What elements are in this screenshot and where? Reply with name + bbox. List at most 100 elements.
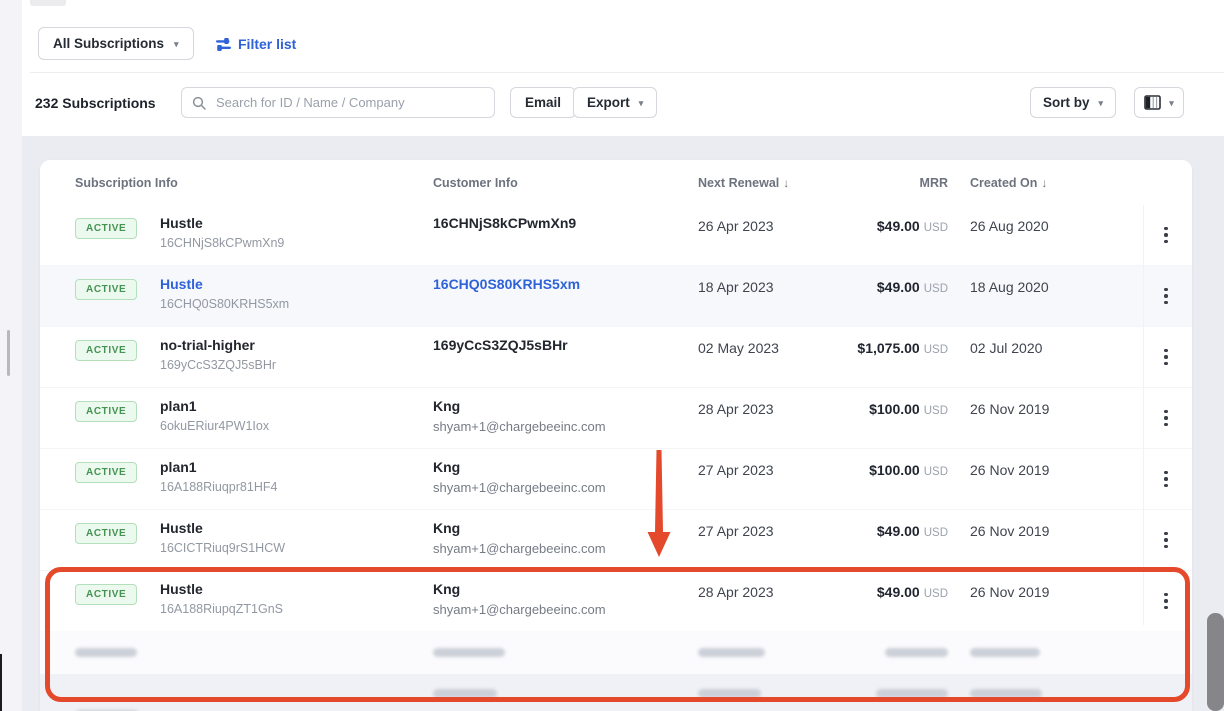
plan-name[interactable]: Hustle <box>160 520 285 536</box>
customer-cell: Kngshyam+1@chargebeeinc.com <box>433 520 606 556</box>
subscription-row[interactable]: ACTIVE Hustle 16A188RiupqZT1GnS Kng shyam+1@… <box>40 570 1192 631</box>
mrr-amount: $1,075.00 <box>857 340 919 356</box>
customer-name[interactable]: Kng <box>433 398 606 414</box>
mrr-amount: $49.00 <box>877 584 920 600</box>
mrr-currency: USD <box>924 344 948 356</box>
subscription-row[interactable]: ACTIVE no-trial-higher 169yCcS3ZQJ5sBHr 169… <box>40 326 1192 387</box>
plan-name[interactable]: Hustle <box>160 581 283 597</box>
view-selector-label: All Subscriptions <box>53 36 164 51</box>
customer-cell: Kngshyam+1@chargebeeinc.com <box>433 398 606 434</box>
customer-cell: Kng shyam+1@chargebeeinc.com <box>433 459 606 495</box>
caret-down-icon: ▾ <box>639 98 644 109</box>
row-actions-kebab-icon[interactable] <box>1155 223 1177 247</box>
mrr-cell: $100.00USD <box>869 462 948 478</box>
customer-email: shyam+1@chargebeeinc.com <box>433 480 606 495</box>
kebab-dot <box>1164 599 1168 603</box>
sort-by-dropdown-button[interactable]: Sort by ▾ <box>1030 87 1116 118</box>
status-badge: ACTIVE <box>75 462 137 483</box>
kebab-dot <box>1164 355 1168 359</box>
header-customer-info[interactable]: Customer Info <box>433 176 518 190</box>
customer-name[interactable]: Kng <box>433 459 606 475</box>
vertical-scrollbar-thumb[interactable] <box>1207 613 1224 711</box>
row-actions-kebab-icon[interactable] <box>1155 284 1177 308</box>
mrr-currency: USD <box>924 466 948 478</box>
subscription-row[interactable]: ACTIVEplan16okuERiur4PW1IoxKngshyam+1@ch… <box>40 387 1192 448</box>
customer-name[interactable]: 16CHNjS8kCPwmXn9 <box>433 215 576 231</box>
column-settings-button[interactable]: ▾ <box>1134 87 1184 118</box>
status-badge: ACTIVE <box>75 340 137 361</box>
customer-name[interactable]: Kng <box>433 520 606 536</box>
plan-name[interactable]: Hustle <box>160 276 289 292</box>
mrr-cell: $49.00USD <box>877 279 948 295</box>
plan-name[interactable]: plan1 <box>160 398 269 414</box>
header-next-renewal[interactable]: Next Renewal↓ <box>698 176 789 190</box>
row-actions-kebab-icon[interactable] <box>1155 528 1177 552</box>
kebab-dot <box>1164 240 1168 244</box>
plan-name[interactable]: Hustle <box>160 215 284 231</box>
created-on-cell: 26 Nov 2019 <box>970 462 1049 478</box>
filter-list-link[interactable]: Filter list <box>216 36 296 52</box>
mrr-cell: $1,075.00 USD <box>857 340 948 356</box>
redacted-text-blob <box>75 648 137 657</box>
customer-name[interactable]: 169yCcS3ZQJ5sBHr <box>433 337 568 353</box>
status-badge: ACTIVE <box>75 584 137 605</box>
header-mrr[interactable]: MRR <box>920 176 948 190</box>
kebab-dot <box>1164 484 1168 488</box>
mrr-cell: $49.00USD <box>877 523 948 539</box>
table-header-row: Subscription Info Customer Info Next Ren… <box>40 160 1192 205</box>
subscription-row[interactable]: ACTIVEplan116A188Riuqpr81HF4Kngshyam+1@c… <box>40 448 1192 509</box>
mrr-cell: $100.00USD <box>869 401 948 417</box>
row-actions-kebab-icon[interactable] <box>1155 345 1177 369</box>
created-on-cell: 02 Jul 2020 <box>970 340 1042 356</box>
redacted-row <box>40 674 1192 711</box>
customer-email: shyam+1@chargebeeinc.com <box>433 602 606 617</box>
window-edge-artifact <box>0 654 2 711</box>
subscription-row[interactable]: ACTIVEHustle16CHNjS8kCPwmXn916CHNjS8kCPw… <box>40 205 1192 265</box>
kebab-dot <box>1164 233 1168 237</box>
next-renewal-cell: 27 Apr 2023 <box>698 462 774 478</box>
kebab-dot <box>1164 301 1168 305</box>
row-actions-kebab-icon[interactable] <box>1155 406 1177 430</box>
kebab-dot <box>1164 606 1168 610</box>
left-scrollbar-thumb[interactable] <box>7 330 10 376</box>
mrr-amount: $49.00 <box>877 279 920 295</box>
header-next-renewal-label: Next Renewal <box>698 176 779 190</box>
customer-name[interactable]: Kng <box>433 581 606 597</box>
header-subscription-info[interactable]: Subscription Info <box>75 176 178 190</box>
redacted-text-blob <box>698 648 765 657</box>
subscription-id: 16A188RiupqZT1GnS <box>160 602 283 616</box>
header-created-on[interactable]: Created On ↓ <box>970 176 1047 190</box>
subscription-id: 6okuERiur4PW1Iox <box>160 419 269 433</box>
status-badge: ACTIVE <box>75 279 137 300</box>
created-on-cell: 26 Nov 2019 <box>970 584 1049 600</box>
created-on-cell: 26 Nov 2019 <box>970 401 1049 417</box>
kebab-dot <box>1164 532 1168 536</box>
email-button[interactable]: Email <box>510 87 576 118</box>
search-input[interactable] <box>214 94 484 111</box>
subscription-id: 169yCcS3ZQJ5sBHr <box>160 358 276 372</box>
customer-name[interactable]: 16CHQ0S80KRHS5xm <box>433 276 580 292</box>
subscription-id: 16CHNjS8kCPwmXn9 <box>160 236 284 250</box>
export-dropdown-button[interactable]: Export ▾ <box>573 87 657 118</box>
next-renewal-cell: 28 Apr 2023 <box>698 584 774 600</box>
redacted-text-blob <box>698 689 761 698</box>
count-label: Subscriptions <box>62 95 155 111</box>
redacted-text-blob <box>970 689 1042 698</box>
subscription-row[interactable]: ACTIVEHustle16CICTRiuq9rS1HCWKngshyam+1@… <box>40 509 1192 570</box>
view-selector-dropdown[interactable]: All Subscriptions ▾ <box>38 27 194 60</box>
plan-name[interactable]: no-trial-higher <box>160 337 276 353</box>
kebab-dot <box>1164 227 1168 231</box>
next-renewal-cell: 18 Apr 2023 <box>698 279 774 295</box>
sort-down-icon: ↓ <box>1041 176 1047 190</box>
subscription-row[interactable]: ACTIVEHustle16CHQ0S80KRHS5xm16CHQ0S80KRH… <box>40 265 1192 326</box>
search-icon <box>192 96 206 110</box>
search-box[interactable] <box>181 87 495 118</box>
subscription-count: 232 Subscriptions <box>35 95 156 111</box>
header-created-on-label: Created On <box>970 176 1037 190</box>
customer-cell: 169yCcS3ZQJ5sBHr <box>433 337 568 353</box>
plan-name[interactable]: plan1 <box>160 459 277 475</box>
row-actions-kebab-icon[interactable] <box>1155 467 1177 491</box>
row-actions-kebab-icon[interactable] <box>1155 589 1177 613</box>
kebab-dot <box>1164 294 1168 298</box>
redacted-text-blob <box>885 648 948 657</box>
